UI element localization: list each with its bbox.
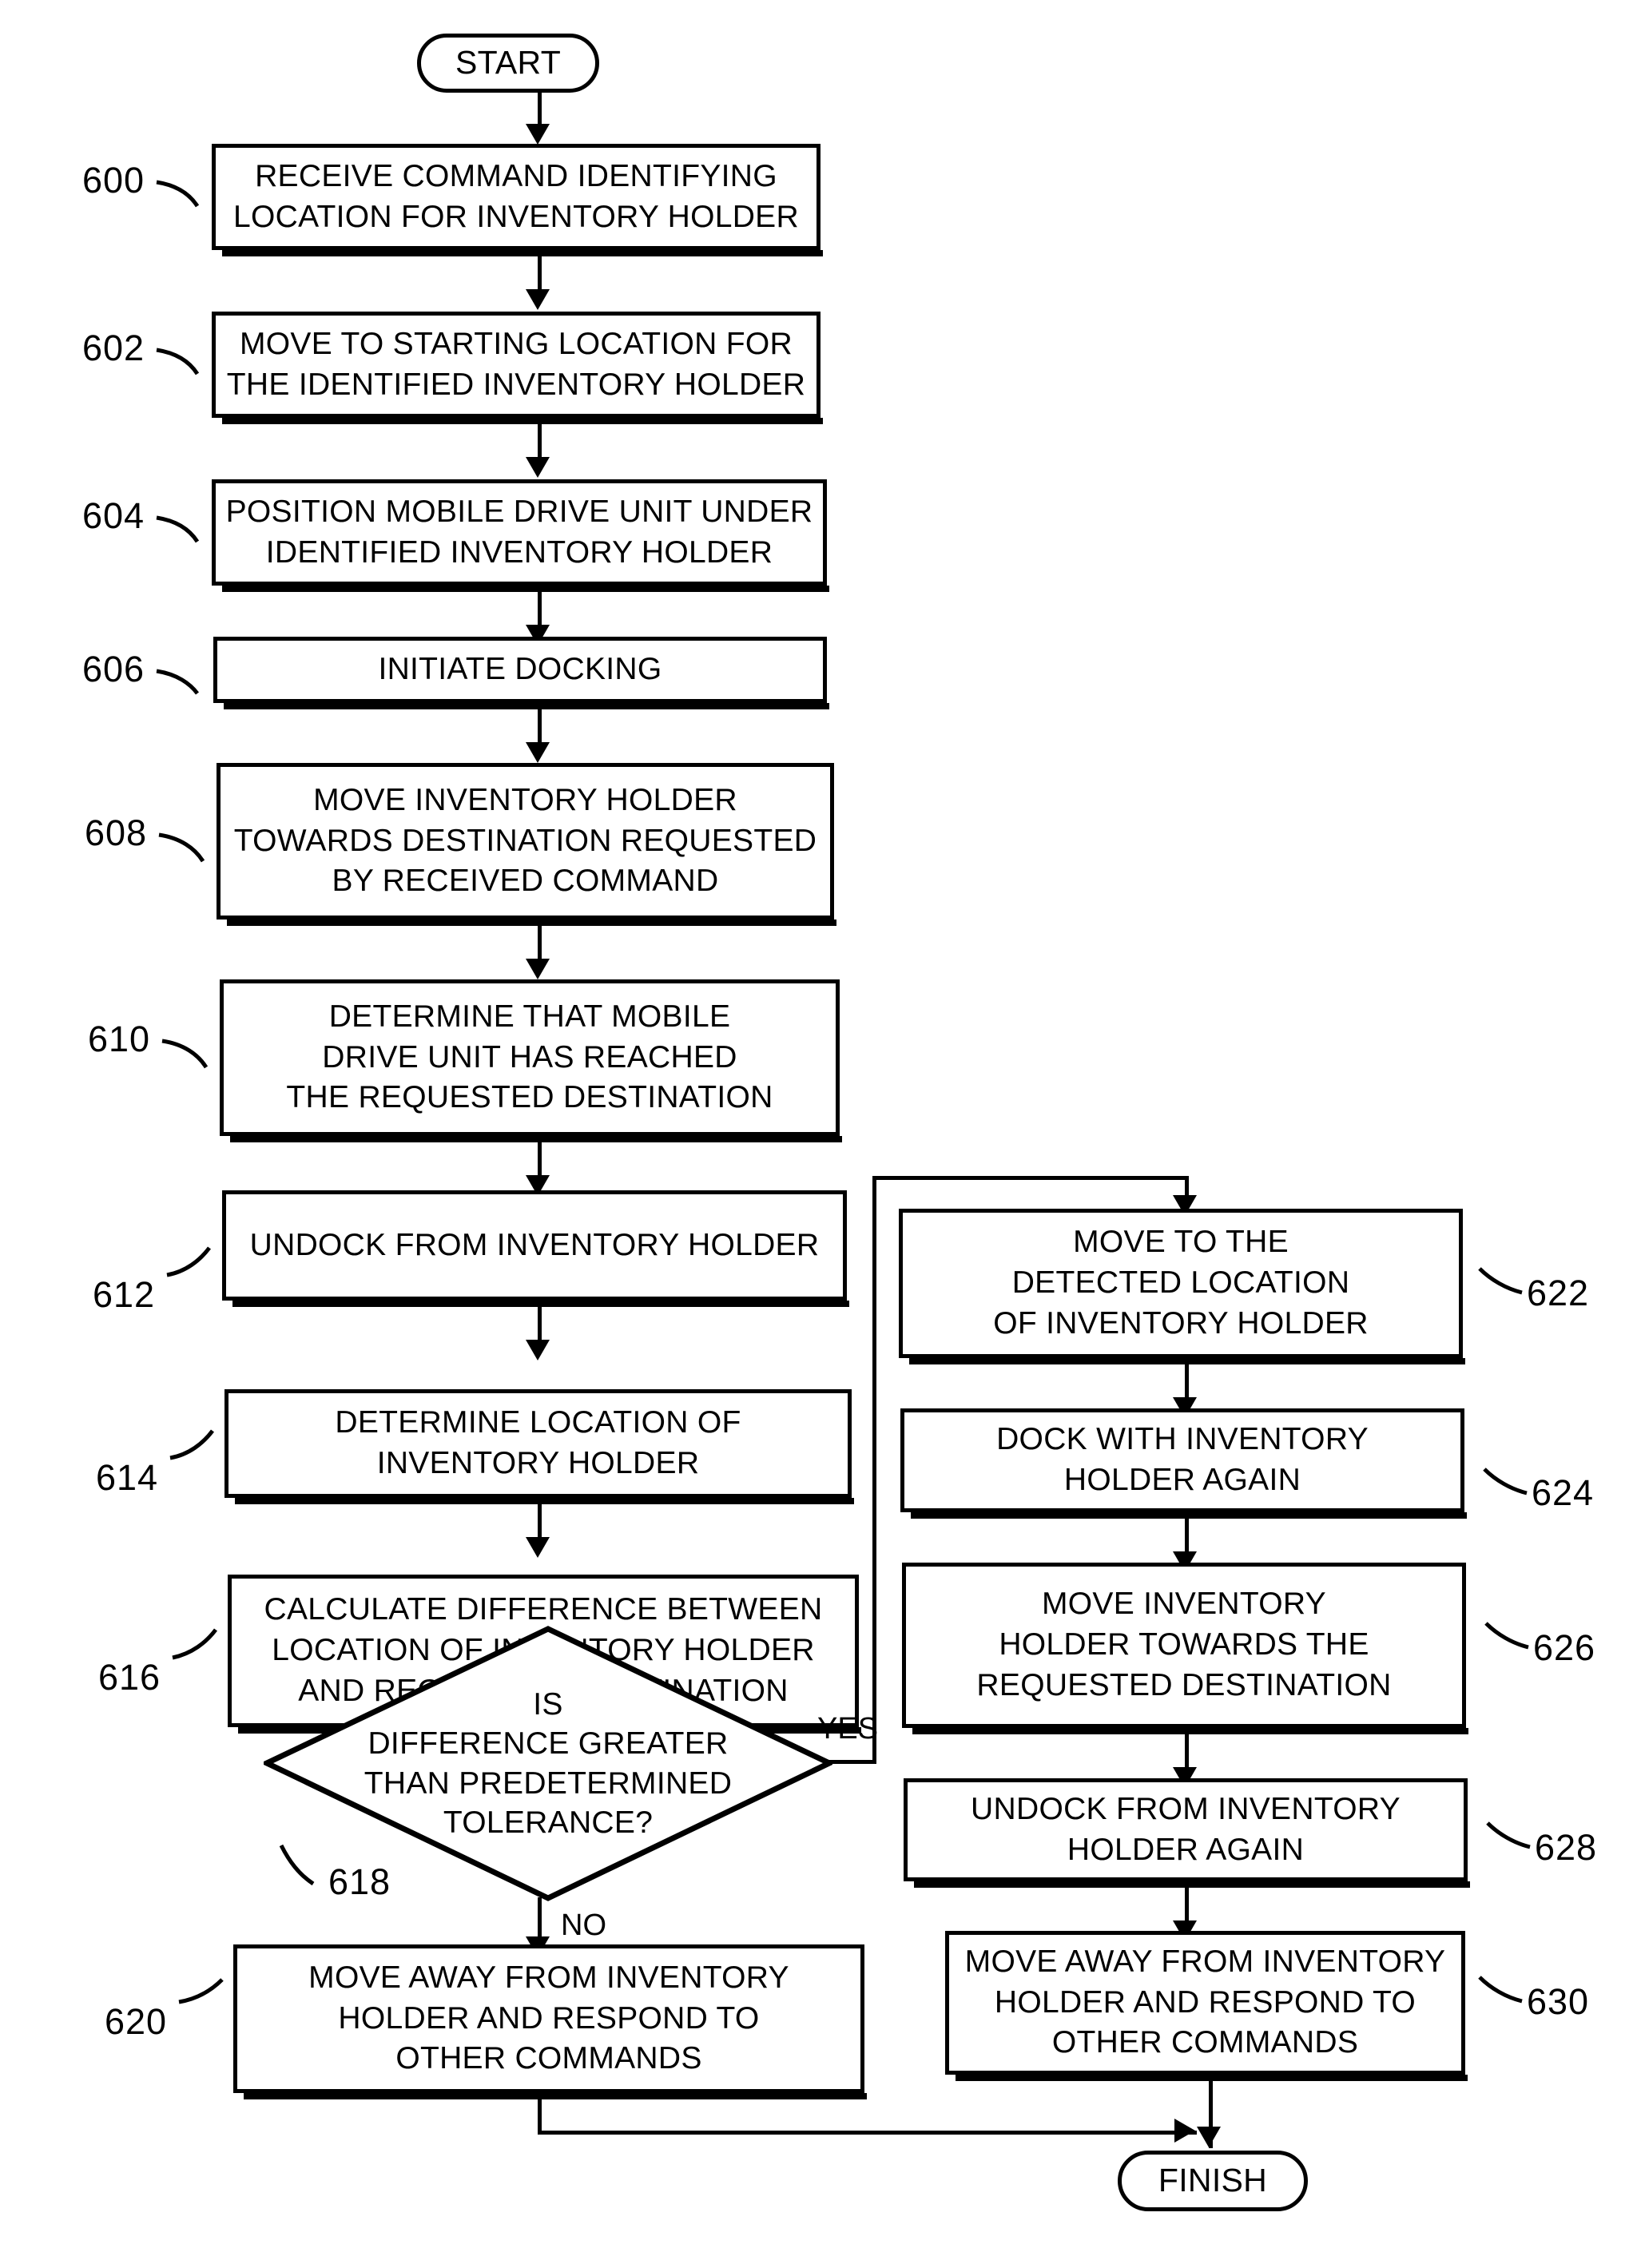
- ref-614: 614: [96, 1457, 159, 1498]
- ref-628: 628: [1535, 1827, 1598, 1868]
- patent-flowchart-figure: START RECEIVE COMMAND IDENTIFYING LOCATI…: [0, 0, 1641, 2268]
- ref-610: 610: [88, 1019, 151, 1059]
- branch-label-yes: YES: [817, 1712, 879, 1746]
- ref-602: 602: [82, 328, 145, 368]
- ref-630: 630: [1527, 1981, 1590, 2022]
- ref-612: 612: [93, 1274, 156, 1315]
- ref-606: 606: [82, 649, 145, 689]
- ref-624: 624: [1532, 1472, 1595, 1513]
- branch-label-no: NO: [561, 1909, 606, 1942]
- ref-600: 600: [82, 160, 145, 201]
- ref-604: 604: [82, 495, 145, 536]
- ref-622: 622: [1527, 1273, 1590, 1313]
- ref-616: 616: [98, 1657, 161, 1698]
- ref-618: 618: [328, 1861, 391, 1902]
- ref-626: 626: [1533, 1627, 1596, 1668]
- leader-lines: [156, 180, 1531, 2004]
- ref-620: 620: [105, 2001, 168, 2042]
- ref-608: 608: [85, 812, 148, 853]
